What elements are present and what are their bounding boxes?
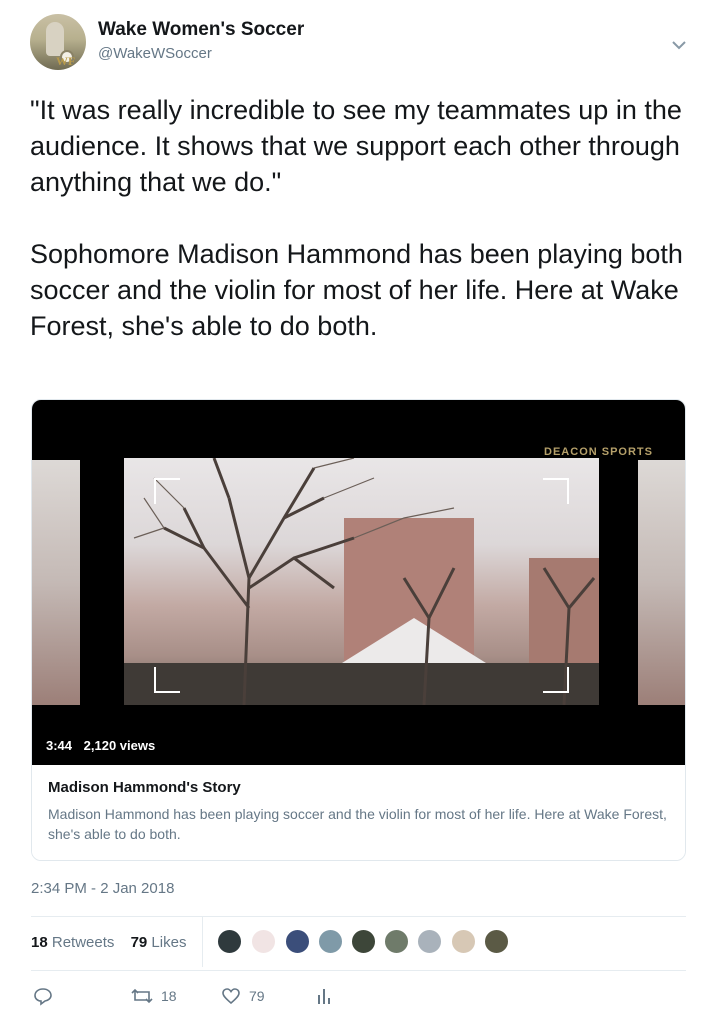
author-handle[interactable]: @WakeWSoccer — [98, 45, 212, 62]
video-watermark: DEACON SPORTS — [544, 446, 653, 458]
viewfinder-corner-bl — [154, 667, 180, 693]
heart-icon — [222, 988, 240, 1005]
author-name[interactable]: Wake Women's Soccer — [98, 19, 304, 41]
viewfinder-corner-tl — [154, 478, 180, 504]
video-card[interactable]: DEACON SPORTS 3:44 2,120 views Madison H… — [31, 399, 686, 861]
retweet-button[interactable]: 18 — [131, 986, 177, 1006]
analytics-icon — [318, 989, 330, 1004]
likes-label[interactable]: Likes — [151, 934, 186, 951]
liker-avatar[interactable] — [317, 928, 344, 955]
author-avatar[interactable]: WF — [30, 14, 86, 70]
video-trees — [133, 458, 596, 705]
retweets-label[interactable]: Retweets — [52, 934, 115, 951]
liker-avatar[interactable] — [216, 928, 243, 955]
liker-avatar[interactable] — [416, 928, 443, 955]
tweet-header: WF Wake Women's Soccer @WakeWSoccer — [30, 14, 700, 74]
liker-avatar[interactable] — [450, 928, 477, 955]
video-frame-left — [32, 460, 80, 705]
chevron-down-icon[interactable] — [670, 36, 688, 54]
viewfinder-corner-tr — [543, 478, 569, 504]
card-description: Madison Hammond has been playing soccer … — [48, 806, 667, 842]
tweet-text: "It was really incredible to see my team… — [30, 95, 683, 341]
video-meta: 3:44 2,120 views — [46, 738, 163, 753]
video-frame-right — [638, 460, 685, 705]
likes-count[interactable]: 79 — [131, 934, 148, 951]
retweet-action-count: 18 — [161, 988, 177, 1004]
like-button[interactable]: 79 — [221, 986, 265, 1006]
liker-avatar[interactable] — [284, 928, 311, 955]
retweet-icon — [131, 988, 153, 1004]
stats-separator — [202, 917, 203, 967]
video-player[interactable]: DEACON SPORTS 3:44 2,120 views — [32, 400, 685, 765]
liker-avatar[interactable] — [483, 928, 510, 955]
video-frame-main — [124, 458, 599, 705]
video-views: 2,120 views — [83, 738, 156, 753]
tweet-actions: 18 79 — [31, 986, 686, 1010]
engagement-stats: 18 Retweets 79 Likes — [31, 934, 186, 951]
divider-bottom — [31, 970, 686, 971]
liker-avatar[interactable] — [350, 928, 377, 955]
card-title[interactable]: Madison Hammond's Story — [48, 779, 671, 796]
reply-icon — [34, 988, 52, 1006]
liker-avatar[interactable] — [383, 928, 410, 955]
avatar-logo-badge: WF — [56, 54, 76, 68]
reply-button[interactable] — [33, 986, 53, 1006]
analytics-button[interactable] — [316, 986, 332, 1006]
viewfinder-corner-br — [543, 667, 569, 693]
liker-avatar[interactable] — [250, 928, 277, 955]
like-action-count: 79 — [249, 988, 265, 1004]
card-info[interactable]: Madison Hammond's Story Madison Hammond … — [32, 765, 685, 860]
tweet-timestamp[interactable]: 2:34 PM - 2 Jan 2018 — [31, 880, 174, 897]
video-duration: 3:44 — [46, 738, 73, 753]
divider-top — [31, 916, 686, 917]
retweets-count[interactable]: 18 — [31, 934, 48, 951]
